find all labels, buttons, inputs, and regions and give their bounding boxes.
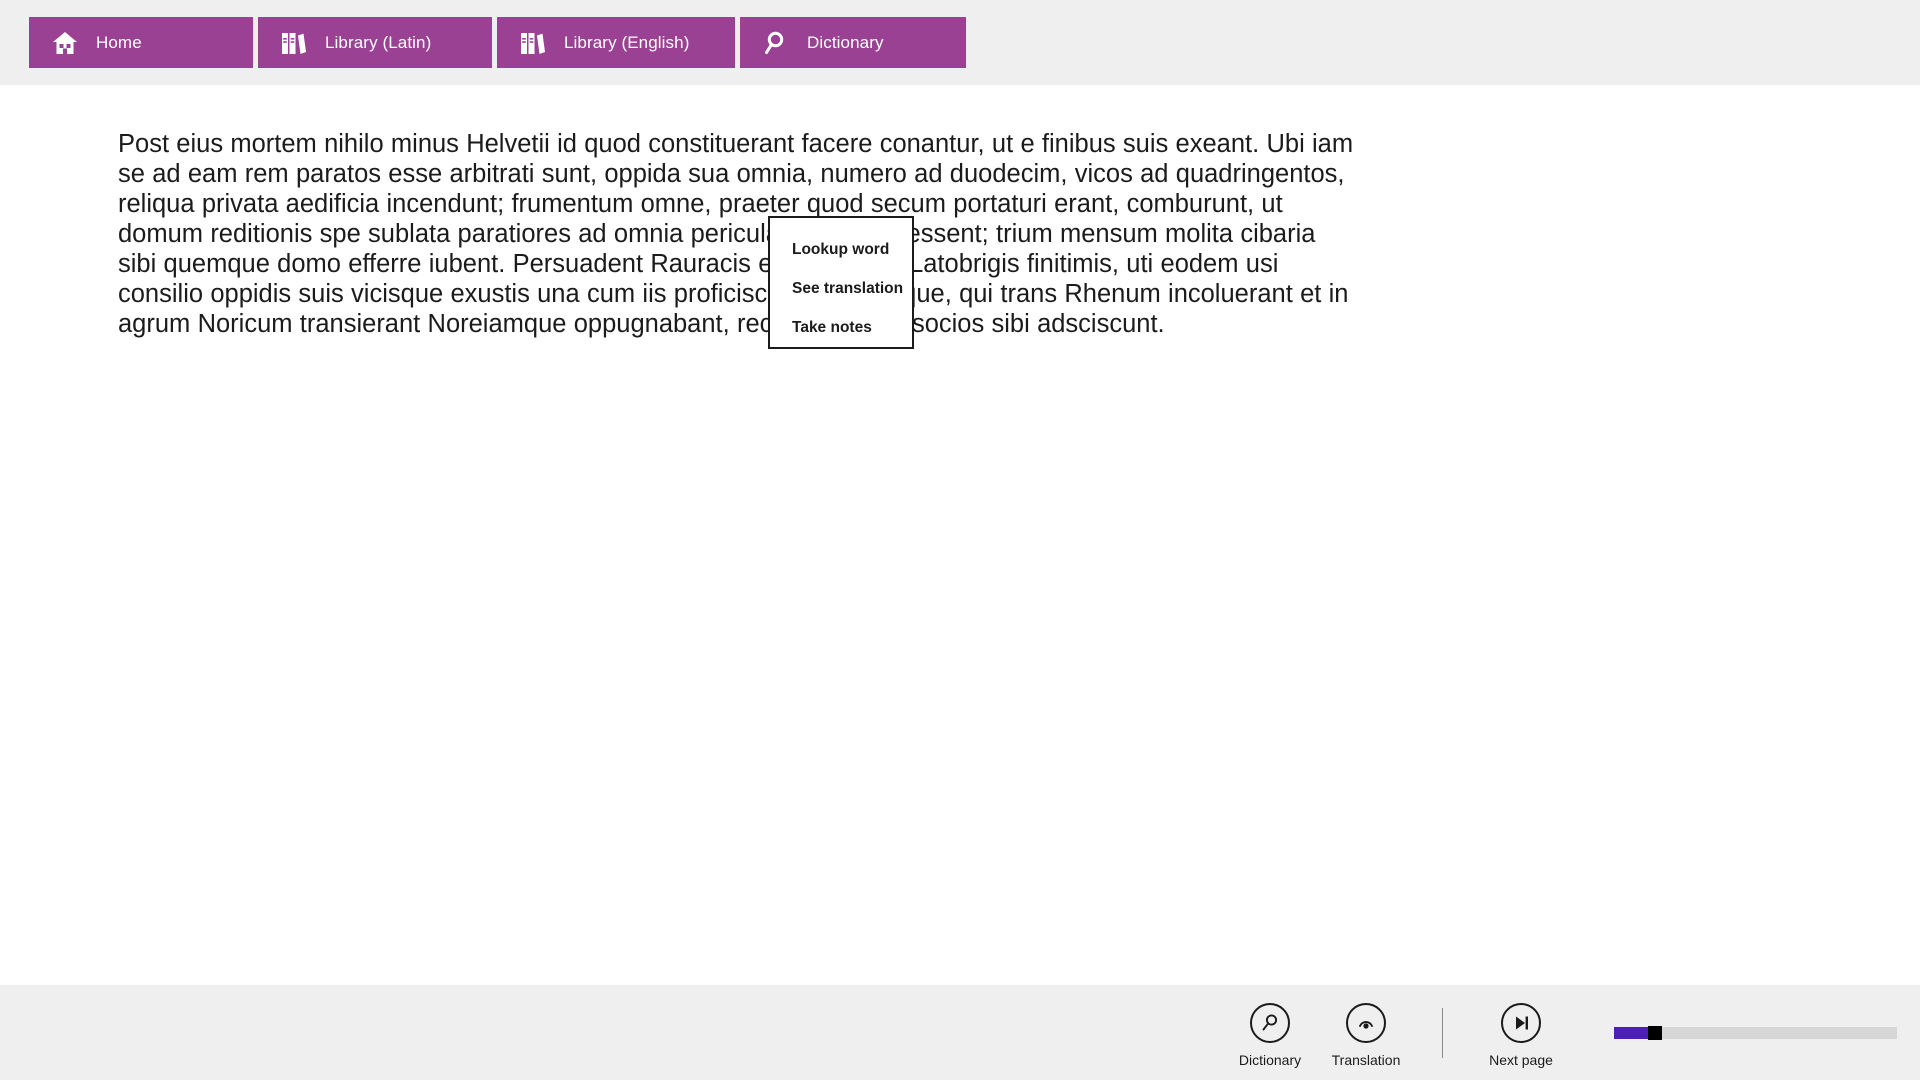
tab-home-label: Home (96, 32, 142, 52)
next-page-button[interactable]: Next page (1473, 985, 1569, 1080)
app-bar-divider (1442, 1007, 1443, 1058)
home-icon (50, 28, 80, 58)
top-navigation-bar: Home Library (Latin) Library (English) D… (0, 0, 1920, 85)
search-icon (761, 28, 791, 58)
tab-dictionary-label: Dictionary (807, 32, 884, 52)
context-menu-item-lookup-word[interactable]: Lookup word (770, 231, 912, 270)
app-bar-controls: Dictionary Translation Next page (1222, 985, 1920, 1080)
app-root: Home Library (Latin) Library (English) D… (0, 0, 1920, 1080)
context-menu: Lookup word See translation Take notes (768, 216, 914, 349)
translation-button-label: Translation (1331, 1052, 1401, 1068)
tab-library-latin-label: Library (Latin) (325, 32, 432, 52)
progress-track[interactable] (1614, 1025, 1897, 1040)
dictionary-button[interactable]: Dictionary (1222, 985, 1318, 1080)
passage-text[interactable]: Post eius mortem nihilo minus Helvetii i… (118, 129, 1355, 339)
next-page-circle-icon (1501, 1003, 1541, 1043)
reading-progress-slider[interactable] (1614, 985, 1897, 1080)
next-page-button-label: Next page (1489, 1052, 1553, 1068)
reader-content-area: Post eius mortem nihilo minus Helvetii i… (0, 85, 1920, 985)
translate-circle-icon (1346, 1003, 1386, 1043)
tab-home[interactable]: Home (29, 17, 253, 68)
dictionary-button-label: Dictionary (1238, 1052, 1302, 1068)
tab-dictionary[interactable]: Dictionary (740, 17, 966, 68)
context-menu-item-take-notes[interactable]: Take notes (770, 308, 912, 347)
bottom-app-bar: Dictionary Translation Next page (0, 985, 1920, 1080)
books-icon (279, 28, 309, 58)
search-circle-icon (1250, 1003, 1290, 1043)
tab-strip: Home Library (Latin) Library (English) D… (29, 17, 966, 68)
translation-button[interactable]: Translation (1318, 985, 1414, 1080)
tab-library-english[interactable]: Library (English) (497, 17, 735, 68)
tab-library-english-label: Library (English) (564, 32, 690, 52)
progress-thumb[interactable] (1648, 1025, 1662, 1040)
books-icon (518, 28, 548, 58)
tab-library-latin[interactable]: Library (Latin) (258, 17, 492, 68)
progress-fill (1614, 1026, 1648, 1039)
context-menu-item-see-translation[interactable]: See translation (770, 270, 912, 309)
